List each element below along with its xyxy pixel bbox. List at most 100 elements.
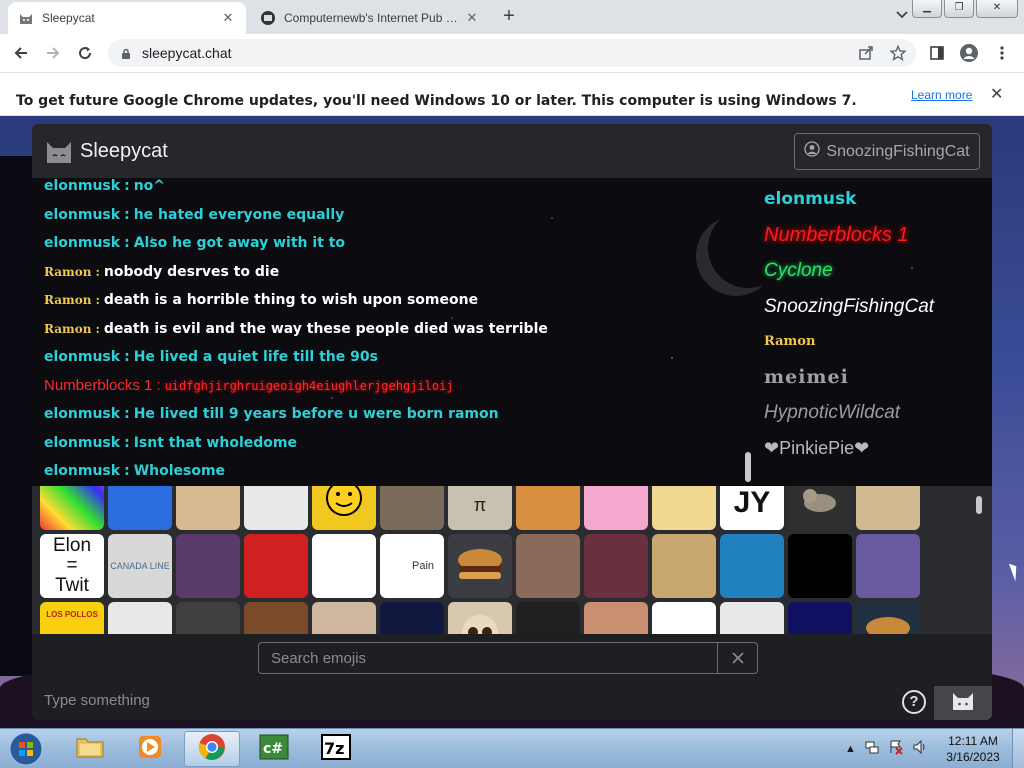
emoji-tile[interactable] — [788, 534, 852, 598]
message-author[interactable]: elonmusk — [44, 207, 120, 223]
emoji-tile[interactable] — [108, 602, 172, 634]
emoji-tile[interactable] — [380, 486, 444, 530]
close-tab-icon[interactable]: ✕ — [464, 10, 480, 26]
emoji-tile[interactable]: JY — [720, 486, 784, 530]
emoji-tile[interactable] — [856, 602, 920, 634]
emoji-tile[interactable] — [584, 534, 648, 598]
emoji-tile[interactable] — [448, 602, 512, 634]
taskbar-7zip[interactable]: 7z — [308, 731, 364, 767]
message-author[interactable]: elonmusk — [44, 435, 120, 451]
emoji-scrollbar-thumb[interactable] — [976, 496, 982, 514]
emoji-tile[interactable]: Elon = Twit — [40, 534, 104, 598]
message-author[interactable]: elonmusk — [44, 406, 120, 422]
emoji-search-input[interactable]: Search emojis — [259, 650, 717, 667]
taskbar-chrome[interactable] — [184, 731, 240, 767]
emoji-tile[interactable] — [652, 534, 716, 598]
tab-search-chevron-icon[interactable] — [896, 8, 908, 22]
emoji-tile[interactable]: CANADA LINE — [108, 534, 172, 598]
chat-scrollbar-thumb[interactable] — [745, 452, 751, 482]
volume-icon[interactable] — [912, 739, 928, 758]
minimize-button[interactable]: ▁ — [912, 0, 942, 18]
emoji-tile[interactable] — [720, 602, 784, 634]
emoji-tile[interactable] — [176, 534, 240, 598]
profile-avatar-icon[interactable] — [958, 42, 980, 64]
menu-kebab-icon[interactable] — [991, 42, 1013, 64]
address-bar[interactable]: sleepycat.chat — [108, 39, 916, 67]
close-tab-icon[interactable]: ✕ — [220, 10, 236, 26]
message-author[interactable]: Ramon — [44, 322, 91, 336]
back-arrow-icon[interactable] — [10, 42, 32, 64]
tab-computernewb[interactable]: Computernewb's Internet Pub Hub ✕ — [250, 2, 490, 34]
action-center-flag-icon[interactable] — [888, 739, 904, 758]
emoji-tile[interactable] — [108, 486, 172, 530]
emoji-tile[interactable] — [788, 602, 852, 634]
lock-icon[interactable] — [120, 47, 132, 59]
emoji-tile[interactable] — [788, 486, 852, 530]
network-icon[interactable] — [864, 739, 880, 758]
emoji-tile[interactable] — [244, 486, 308, 530]
brand[interactable]: Sleepycat — [44, 136, 168, 166]
share-icon[interactable] — [855, 42, 877, 64]
tray-expand-icon[interactable]: ▲ — [845, 743, 856, 755]
taskbar-explorer[interactable] — [62, 731, 118, 767]
message-author[interactable]: Ramon — [44, 265, 91, 279]
emoji-tile[interactable]: LOS POLLOS — [40, 602, 104, 634]
message-author[interactable]: elonmusk — [44, 463, 120, 479]
emoji-tile[interactable] — [176, 486, 240, 530]
clear-search-icon[interactable] — [717, 643, 757, 673]
emoji-tile[interactable] — [652, 602, 716, 634]
show-desktop-button[interactable] — [1012, 729, 1024, 768]
emoji-tile[interactable] — [856, 534, 920, 598]
emoji-tile[interactable] — [516, 534, 580, 598]
taskbar-csharp[interactable]: c# — [246, 731, 302, 767]
message-author[interactable]: Ramon — [44, 293, 91, 307]
online-user[interactable]: SnoozingFishingCat — [764, 289, 984, 325]
emoji-tile[interactable] — [584, 486, 648, 530]
reload-icon[interactable] — [74, 42, 96, 64]
window-close-button[interactable]: ✕ — [976, 0, 1018, 18]
tab-sleepycat[interactable]: Sleepycat ✕ — [8, 2, 246, 34]
emoji-tile[interactable] — [516, 486, 580, 530]
message-input[interactable]: Type something — [44, 692, 150, 709]
system-clock[interactable]: 12:11 AM 3/16/2023 — [942, 733, 1004, 765]
online-user[interactable]: elonmusk — [764, 182, 984, 218]
emoji-tile[interactable] — [312, 486, 376, 530]
emoji-tile[interactable]: Pain — [380, 534, 444, 598]
emoji-tile[interactable] — [652, 486, 716, 530]
side-panel-icon[interactable] — [926, 42, 948, 64]
emoji-tile[interactable] — [448, 534, 512, 598]
emoji-tile[interactable] — [244, 534, 308, 598]
start-button[interactable] — [6, 730, 46, 768]
emoji-tile[interactable] — [40, 486, 104, 530]
emoji-tile[interactable] — [584, 602, 648, 634]
emoji-tile[interactable] — [312, 534, 376, 598]
forward-arrow-icon[interactable] — [42, 42, 64, 64]
new-tab-button[interactable]: + — [498, 6, 520, 28]
emoji-tile[interactable] — [516, 602, 580, 634]
learn-more-link[interactable]: Learn more — [911, 88, 972, 102]
online-user[interactable]: HypnoticWildcat — [764, 395, 984, 431]
emoji-tile[interactable] — [380, 602, 444, 634]
bookmark-star-icon[interactable] — [887, 42, 909, 64]
emoji-tile[interactable] — [856, 486, 920, 530]
emoji-tile[interactable] — [312, 602, 376, 634]
message-author[interactable]: Numberblocks 1 — [44, 377, 152, 394]
online-user[interactable]: Cyclone — [764, 253, 984, 289]
online-user[interactable]: meimei — [764, 360, 984, 396]
infobar-close-icon[interactable]: ✕ — [990, 84, 1003, 104]
emoji-tile[interactable]: π — [448, 486, 512, 530]
message-author[interactable]: elonmusk — [44, 235, 120, 251]
emoji-tile[interactable] — [244, 602, 308, 634]
taskbar-media-player[interactable] — [122, 731, 178, 767]
help-button[interactable]: ? — [902, 690, 926, 714]
online-user[interactable]: Numberblocks 1 — [764, 218, 984, 254]
online-user[interactable]: ❤PinkiePie❤ — [764, 431, 984, 467]
online-user[interactable]: Ramon — [764, 324, 984, 360]
message-author[interactable]: elonmusk — [44, 349, 120, 365]
maximize-button[interactable]: ❐ — [944, 0, 974, 18]
emoji-tile[interactable] — [176, 602, 240, 634]
emoji-tile[interactable] — [720, 534, 784, 598]
user-account-button[interactable]: SnoozingFishingCat — [794, 133, 980, 170]
message-author[interactable]: elonmusk — [44, 178, 120, 194]
emoji-toggle-button[interactable] — [934, 686, 992, 720]
